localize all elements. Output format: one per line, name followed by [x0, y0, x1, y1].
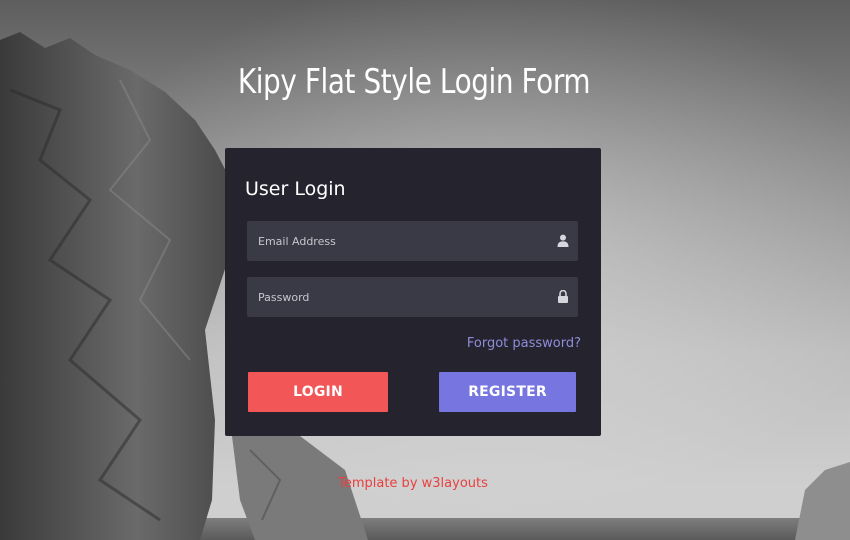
email-field-container [247, 221, 578, 261]
password-field-container [247, 277, 578, 317]
register-button[interactable]: REGISTER [439, 372, 576, 412]
user-icon [557, 234, 569, 247]
page-title: Kipy Flat Style Login Form [237, 62, 591, 102]
footer-credit[interactable]: Template by w3layouts [0, 476, 826, 491]
forgot-password-link[interactable]: Forgot password? [467, 336, 581, 351]
login-button[interactable]: LOGIN [248, 372, 388, 412]
login-panel: User Login Forgot password? LOGIN REGIST… [225, 148, 601, 436]
email-input[interactable] [247, 221, 547, 261]
password-input[interactable] [247, 277, 547, 317]
lock-icon [558, 290, 568, 303]
login-heading: User Login [245, 178, 346, 200]
